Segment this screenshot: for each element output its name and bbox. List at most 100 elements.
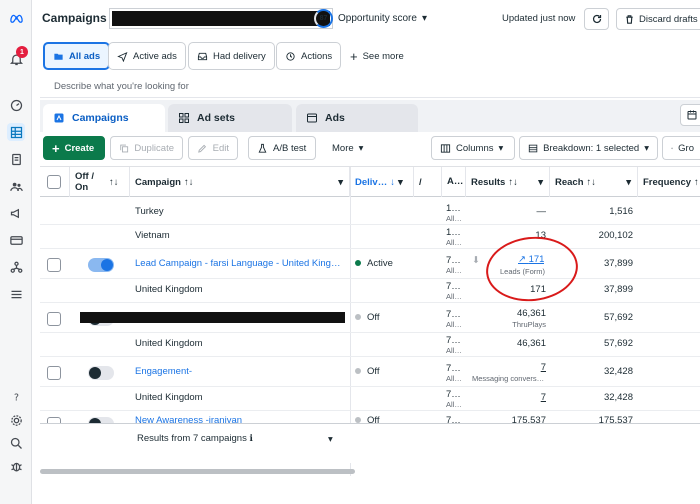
breakdown-list-icon: [528, 144, 538, 152]
column-drag-handle[interactable]: /: [414, 167, 442, 197]
results-value[interactable]: 7: [480, 392, 546, 403]
select-all-header: [40, 167, 70, 197]
campaign-name-link[interactable]: Lead Campaign - farsi Language - United …: [135, 258, 345, 269]
off-on-header[interactable]: Off / On ↑↓: [70, 167, 130, 197]
tab-ad-sets[interactable]: Ad sets: [168, 104, 292, 132]
billing-card-icon[interactable]: [7, 231, 25, 249]
menu-icon[interactable]: [7, 285, 25, 303]
sort-down-icon: ↓: [390, 176, 395, 188]
reach-value: 32,428: [603, 366, 633, 377]
attribution-header[interactable]: A…: [442, 167, 466, 197]
table-row[interactable]: Engagement- Off 7… All… 7 Messaging conv…: [40, 357, 700, 387]
plus-icon: +: [350, 48, 358, 64]
delivery-header[interactable]: Deliv… ↓ ▾: [350, 167, 414, 197]
download-icon[interactable]: ⬇: [472, 255, 480, 266]
delivery-status: Off: [355, 312, 380, 323]
gear-icon[interactable]: [7, 411, 25, 429]
duplicate-button[interactable]: Duplicate: [110, 136, 183, 160]
delivery-status: Off: [355, 366, 380, 377]
meta-logo-icon[interactable]: [7, 9, 25, 27]
group-dropdown[interactable]: Gro: [662, 136, 700, 160]
refresh-button[interactable]: [584, 8, 609, 30]
actions-label: Actions: [301, 50, 333, 62]
folder-icon: [54, 53, 63, 60]
calendar-icon: [687, 110, 697, 120]
breakdown-dropdown[interactable]: Breakdown: 1 selected ▾: [519, 136, 658, 160]
ad-preview-icon: [307, 113, 317, 123]
select-all-checkbox[interactable]: [47, 175, 61, 189]
attribution-sub: All…: [446, 374, 462, 383]
svg-text:?: ?: [14, 392, 19, 403]
search-icon[interactable]: [7, 434, 25, 452]
opportunity-score-dropdown[interactable]: 87 Opportunity score ▾: [314, 9, 427, 28]
updated-status: Updated just now: [502, 13, 576, 24]
dashboard-gauge-icon[interactable]: [7, 96, 25, 114]
results-value[interactable]: 7: [480, 362, 546, 373]
help-question-icon[interactable]: ?: [7, 388, 25, 406]
attribution-value: 1…: [446, 203, 461, 214]
results-sub: Messaging convers…: [472, 374, 545, 383]
send-icon: [117, 51, 128, 62]
campaign-name-link[interactable]: Engagement-: [135, 366, 192, 377]
refresh-icon: [592, 14, 601, 24]
attribution-value: 7…: [446, 335, 461, 346]
create-button[interactable]: + Create: [43, 136, 105, 160]
had-delivery-label: Had delivery: [213, 50, 266, 62]
ads-manager-grid-icon[interactable]: [7, 123, 25, 141]
reach-header[interactable]: Reach ↑↓ ▾: [550, 167, 638, 197]
create-label: Create: [64, 142, 95, 154]
actions-button[interactable]: Actions: [276, 42, 342, 70]
table-row: Turkey 1… All… — 1,516: [40, 201, 700, 225]
edit-button[interactable]: Edit: [188, 136, 238, 160]
sort-icon: ↑↓: [508, 176, 518, 188]
had-delivery-button[interactable]: Had delivery: [188, 42, 275, 70]
bug-report-icon[interactable]: [7, 457, 25, 475]
audiences-icon[interactable]: [7, 177, 25, 195]
caret-down-icon: ▾: [358, 142, 364, 154]
table-row: United Kingdom 7… All… 7 32,428: [40, 387, 700, 411]
business-network-icon[interactable]: [7, 258, 25, 276]
campaigns-table: Off / On ↑↓ Campaign ↑↓ ▾ Deliv… ↓ ▾ / A…: [40, 166, 700, 476]
plus-icon: +: [52, 140, 60, 156]
page-title: Campaigns: [42, 11, 107, 25]
megaphone-icon[interactable]: [7, 204, 25, 222]
pages-icon[interactable]: [7, 150, 25, 168]
caret-down-icon[interactable]: ▾: [328, 434, 333, 445]
see-more-button[interactable]: + See more: [342, 42, 412, 70]
attribution-sub: All…: [446, 346, 462, 355]
status-dot: [355, 314, 361, 321]
status-dot: [355, 260, 361, 267]
results-header[interactable]: Results ↑↓ ▾: [466, 167, 550, 197]
row-checkbox[interactable]: [47, 312, 61, 326]
delivery-status-label: Off: [367, 312, 380, 323]
account-selector-redacted[interactable]: [109, 8, 333, 29]
date-range-button[interactable]: [680, 104, 700, 126]
caret-down-icon: ▾: [538, 176, 543, 188]
table-row[interactable]: Lead Campaign - farsi Language - United …: [40, 249, 700, 279]
columns-dropdown[interactable]: Columns ▾: [431, 136, 515, 160]
row-checkbox[interactable]: [47, 258, 61, 272]
row-checkbox[interactable]: [47, 366, 61, 380]
toggle-knob: [101, 259, 113, 271]
tab-campaigns[interactable]: Campaigns: [43, 104, 165, 132]
attribution-sub: All…: [446, 238, 462, 247]
active-ads-button[interactable]: Active ads: [108, 42, 186, 70]
campaign-toggle[interactable]: [88, 366, 114, 380]
results-value: 46,361: [516, 308, 546, 319]
caret-down-icon: ▾: [626, 176, 631, 188]
filter-bar: All ads Active ads Had delivery Actions …: [40, 42, 700, 72]
more-dropdown[interactable]: More ▾: [324, 136, 374, 160]
campaign-header[interactable]: Campaign ↑↓ ▾: [130, 167, 350, 197]
tab-ads[interactable]: Ads: [296, 104, 418, 132]
breakdown-label: Turkey: [135, 206, 164, 217]
campaign-toggle[interactable]: [88, 258, 114, 272]
discard-drafts-button[interactable]: Discard drafts: [616, 8, 700, 30]
all-ads-button[interactable]: All ads: [43, 42, 111, 70]
horizontal-scrollbar[interactable]: [40, 469, 355, 474]
frequency-header[interactable]: Frequency ↑↓: [638, 167, 700, 197]
search-input[interactable]: Describe what you're looking for: [40, 76, 700, 98]
caret-down-icon: ▾: [644, 142, 649, 154]
delivery-header-label: Deliv…: [355, 176, 388, 188]
reach-value: 37,899: [603, 284, 633, 295]
ab-test-button[interactable]: A/B test: [248, 136, 316, 160]
